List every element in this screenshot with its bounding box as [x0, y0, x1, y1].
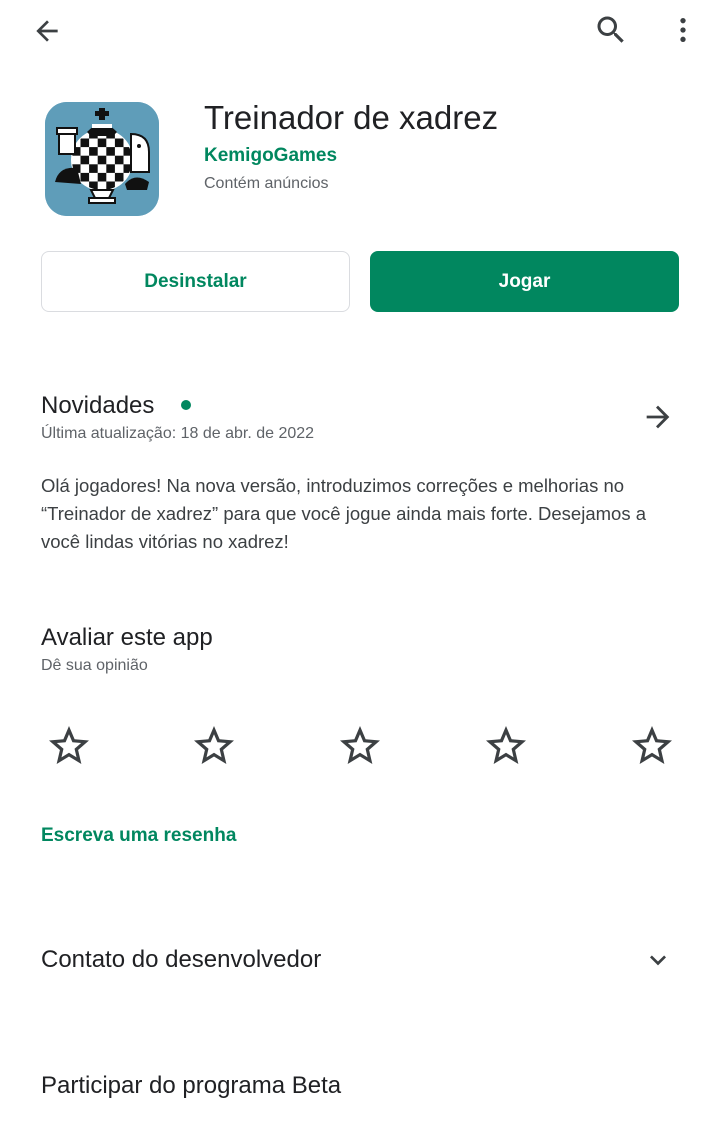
- join-beta-title[interactable]: Participar do programa Beta: [41, 1071, 341, 1101]
- star-outline-icon: [340, 726, 380, 764]
- rate-app-subtitle: Dê sua opinião: [41, 657, 148, 674]
- more-options-button[interactable]: [662, 6, 704, 54]
- developer-contact-row[interactable]: Contato do desenvolvedor: [0, 925, 718, 995]
- chess-app-icon: [45, 102, 159, 216]
- top-app-bar: [0, 0, 718, 60]
- contains-ads-label: Contém anúncios: [204, 175, 329, 192]
- new-indicator-dot: [181, 400, 191, 410]
- star-outline-icon: [194, 726, 234, 764]
- write-review-link[interactable]: Escreva uma resenha: [41, 824, 236, 848]
- whats-new-title: Novidades: [41, 392, 155, 419]
- uninstall-button[interactable]: Desinstalar: [41, 251, 350, 312]
- star-outline-icon: [49, 726, 89, 764]
- whats-new-arrow-button[interactable]: [634, 395, 682, 439]
- developer-link[interactable]: KemigoGames: [204, 144, 337, 168]
- star-2-button[interactable]: [186, 718, 242, 774]
- star-outline-icon: [632, 726, 672, 764]
- chevron-down-icon: [640, 943, 676, 977]
- app-title: Treinador de xadrez: [204, 99, 499, 136]
- rate-app-title: Avaliar este app: [41, 624, 213, 651]
- developer-contact-title: Contato do desenvolvedor: [41, 946, 322, 973]
- star-4-button[interactable]: [478, 718, 534, 774]
- whats-new-body: Olá jogadores! Na nova versão, introduzi…: [41, 475, 646, 552]
- more-vert-icon: [680, 18, 686, 42]
- search-button[interactable]: [586, 6, 636, 54]
- last-update-label: Última atualização: 18 de abr. de 2022: [41, 425, 315, 442]
- play-button[interactable]: Jogar: [370, 251, 679, 312]
- star-1-button[interactable]: [41, 718, 97, 774]
- back-button[interactable]: [22, 8, 72, 54]
- star-5-button[interactable]: [624, 718, 680, 774]
- star-3-button[interactable]: [332, 718, 388, 774]
- search-icon: [597, 16, 624, 43]
- star-rating: [41, 718, 681, 774]
- arrow-forward-icon: [646, 405, 670, 429]
- arrow-back-icon: [36, 20, 58, 42]
- star-outline-icon: [486, 726, 526, 764]
